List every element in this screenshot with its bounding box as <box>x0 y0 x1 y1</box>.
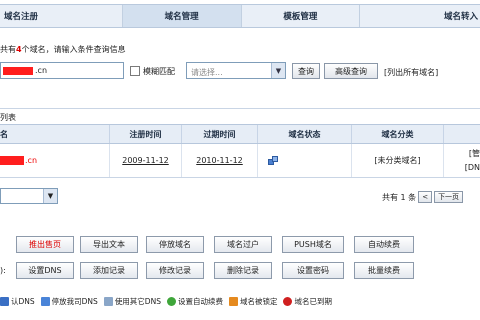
prev-page-button[interactable]: < <box>418 191 433 203</box>
cell-expire-date: 2010-11-12 <box>182 144 258 177</box>
park-domain-button[interactable]: 停放域名 <box>146 236 204 253</box>
domain-search-input[interactable]: .cn <box>0 62 124 79</box>
pager-total: 共有 1 条 <box>382 192 417 202</box>
cell-actions: [管 [DN <box>444 144 480 177</box>
dns-icon <box>0 296 9 306</box>
search-row: .cn 模糊匹配 请选择... ▼ 查询 高级查询 [列出所有域名] <box>0 62 480 80</box>
sale-page-button[interactable]: 推出售页 <box>16 236 74 253</box>
list-divider <box>0 108 480 109</box>
action-row-2-label: ): <box>0 266 6 275</box>
tab-domain-manage[interactable]: 域名管理 <box>122 5 242 27</box>
advanced-query-button[interactable]: 高级查询 <box>324 63 378 79</box>
col-domain-status: 域名状态 <box>258 125 352 143</box>
register-date-link[interactable]: 2009-11-12 <box>122 156 169 165</box>
edit-record-button[interactable]: 修改记录 <box>146 262 204 279</box>
dns-link[interactable]: [DN <box>465 161 480 175</box>
query-button[interactable]: 查询 <box>292 63 320 79</box>
tab-domain-transfer[interactable]: 域名转入 <box>360 5 480 27</box>
search-header-prefix: 共有 <box>0 45 16 54</box>
legend-label: 域名被锁定 <box>239 296 278 306</box>
lock-icon <box>228 296 238 306</box>
expired-icon <box>283 296 293 306</box>
legend-label: 设置自动续费 <box>177 296 223 306</box>
auto-renew-button[interactable]: 自动续费 <box>354 236 414 253</box>
set-password-button[interactable]: 设置密码 <box>282 262 344 279</box>
pager: 共有 1 条 < 下一页 <box>382 191 464 203</box>
col-domain-name: 名 <box>0 125 110 143</box>
search-header-suffix: 个域名，请输入条件查询信息 <box>21 45 126 54</box>
top-tab-bar: 域名注册 域名管理 模板管理 域名转入 <box>0 4 480 28</box>
tab-domain-register[interactable]: 域名注册 <box>0 5 123 27</box>
table-row: .cn 2009-11-12 2010-11-12 [未分类域名] [管 [DN <box>0 144 480 178</box>
cell-category: [未分类域名] <box>352 144 444 177</box>
legend-item: 域名被锁定 <box>228 296 278 307</box>
legend-item: 域名已到期 <box>283 296 332 307</box>
action-row-1: 推出售页 导出文本 停放域名 域名过户 PUSH域名 自动续费 <box>0 236 480 254</box>
redacted-domain-name <box>3 67 33 75</box>
batch-renew-button[interactable]: 批量续费 <box>354 262 414 279</box>
col-domain-category: 域名分类 <box>352 125 444 143</box>
legend-item: 停放我司DNS <box>40 296 98 307</box>
status-legend: 认DNS 停放我司DNS 使用其它DNS 设置自动续费 域名被锁定 域名已到期 <box>0 294 480 308</box>
legend-item: 认DNS <box>0 296 35 307</box>
chevron-down-icon[interactable]: ▼ <box>271 63 285 78</box>
condition-select[interactable]: 请选择... ▼ <box>186 62 286 79</box>
tab-template-manage[interactable]: 模板管理 <box>242 5 361 27</box>
domain-table: 名 注册时间 过期时间 域名状态 域名分类 .cn 2009-11-12 201… <box>0 124 480 178</box>
manage-link[interactable]: [管 <box>469 147 480 161</box>
legend-item: 使用其它DNS <box>103 296 161 307</box>
set-dns-button[interactable]: 设置DNS <box>16 262 74 279</box>
add-record-button[interactable]: 添加记录 <box>80 262 138 279</box>
legend-label: 域名已到期 <box>294 296 332 306</box>
fuzzy-match-label: 模糊匹配 <box>143 67 175 76</box>
table-header: 名 注册时间 过期时间 域名状态 域名分类 <box>0 124 480 144</box>
domain-suffix: .cn <box>25 156 38 165</box>
other-dns-icon <box>103 296 113 306</box>
search-header: 共有4个域名，请输入条件查询信息 <box>0 44 126 56</box>
cell-domain[interactable]: .cn <box>0 144 110 177</box>
legend-label: 使用其它DNS <box>114 296 161 306</box>
action-row-2: ): 设置DNS 添加记录 修改记录 删除记录 设置密码 批量续费 <box>0 262 480 280</box>
delete-record-button[interactable]: 删除记录 <box>214 262 272 279</box>
condition-select-placeholder: 请选择... <box>191 68 223 77</box>
push-domain-button[interactable]: PUSH域名 <box>282 236 344 253</box>
col-register-date: 注册时间 <box>110 125 182 143</box>
chevron-down-icon[interactable]: ▼ <box>43 189 57 203</box>
col-actions <box>444 125 480 143</box>
redacted-domain-name <box>0 156 24 165</box>
park-icon <box>268 155 278 166</box>
cell-register-date: 2009-11-12 <box>110 144 182 177</box>
expire-date-link[interactable]: 2010-11-12 <box>196 156 243 165</box>
legend-label: 认DNS <box>11 296 35 306</box>
auto-renew-icon <box>166 296 176 306</box>
domain-transfer-owner-button[interactable]: 域名过户 <box>214 236 272 253</box>
legend-label: 停放我司DNS <box>51 296 98 306</box>
fuzzy-match-checkbox[interactable] <box>130 66 140 76</box>
legend-item: 设置自动续费 <box>166 296 223 307</box>
cell-domain-status <box>258 144 352 177</box>
domain-input-suffix: .cn <box>35 66 48 75</box>
next-page-button[interactable]: 下一页 <box>434 191 464 203</box>
col-expire-date: 过期时间 <box>182 125 258 143</box>
list-title: 列表 <box>0 113 16 122</box>
export-text-button[interactable]: 导出文本 <box>80 236 138 253</box>
batch-select[interactable]: ▼ <box>0 188 58 204</box>
list-all-domains-link[interactable]: [列出所有域名] <box>384 67 438 78</box>
park-icon <box>40 296 50 306</box>
